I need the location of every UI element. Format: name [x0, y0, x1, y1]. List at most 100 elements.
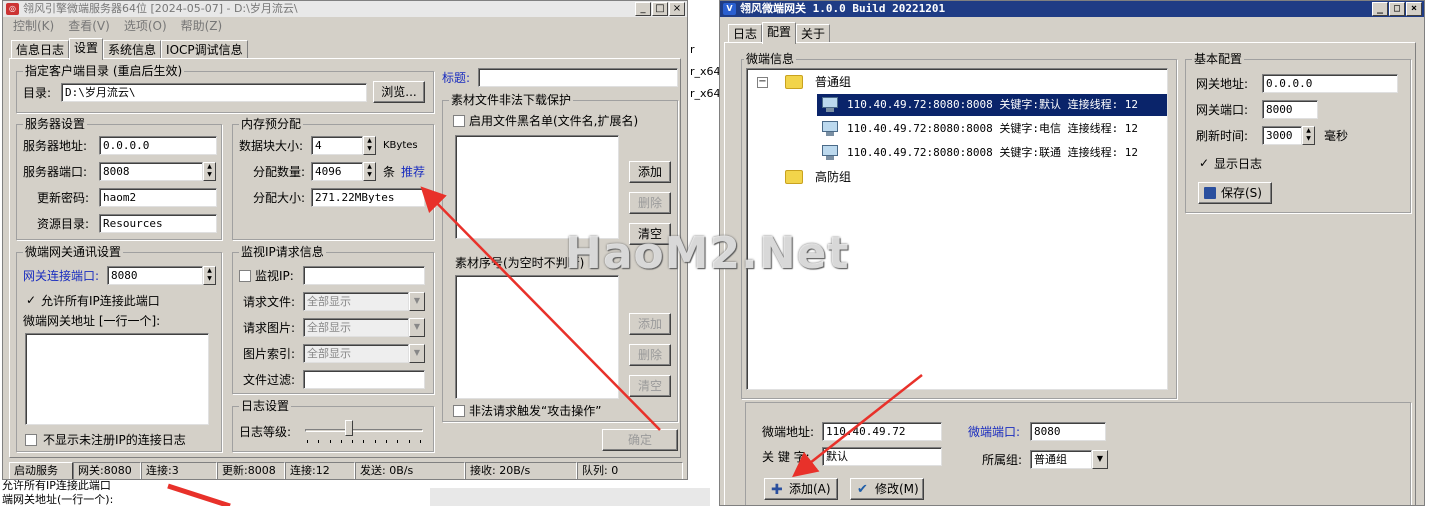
menu-control[interactable]: 控制(K) [13, 17, 54, 35]
gateway-addr-list[interactable] [25, 333, 209, 425]
monitor-icon [821, 145, 839, 161]
add-button[interactable]: ✚ 添加(A) [764, 478, 838, 500]
gateway-port-label: 网关连接端口: [23, 269, 100, 283]
chevron-down-icon[interactable]: ▼ [1092, 450, 1108, 469]
blacklist-label: 启用文件黑名单(文件名,扩展名) [469, 114, 639, 128]
ok-button[interactable]: 确定 [602, 429, 678, 451]
server-port-input[interactable]: 8008 [99, 162, 203, 181]
tab-iocp-debug[interactable]: IOCP调试信息 [161, 40, 248, 59]
tree-group-ddos[interactable]: 高防组 [747, 166, 1167, 188]
chevron-down-icon[interactable]: ▼ [409, 344, 425, 363]
minimize-button[interactable]: _ [635, 2, 651, 16]
client-dir-title: 指定客户端目录 (重启后生效) [23, 64, 185, 78]
clear-seq-button[interactable]: 清空 [629, 375, 671, 397]
delete-seq-button[interactable]: 删除 [629, 344, 671, 366]
server-titlebar: ◎ 翎风引擎微端服务器64位 [2024-05-07] - D:\岁月流云\ _… [3, 1, 687, 17]
blacklist-list[interactable] [455, 135, 619, 239]
log-level-track[interactable] [305, 429, 423, 432]
menu-options[interactable]: 选项(O) [124, 17, 167, 35]
delete-blacklist-button[interactable]: 删除 [629, 192, 671, 214]
req-img-select[interactable]: 全部显示 [303, 318, 409, 337]
tree-group-normal[interactable]: − 普通组 [747, 71, 1167, 93]
gw-port-label: 网关端口: [1196, 103, 1249, 117]
hide-log-checkbox[interactable] [25, 434, 37, 446]
monitor-group: 监视IP请求信息 监视IP: 请求文件: 全部显示 ▼ 请求图片: 全部显示 ▼… [232, 245, 434, 394]
gw-port-input[interactable]: 8000 [1262, 100, 1318, 119]
folder-icon [785, 75, 803, 89]
recommend-link[interactable]: 推荐 [401, 164, 425, 180]
add-seq-button[interactable]: 添加 [629, 313, 671, 335]
alloc-count-input[interactable]: 4096 [311, 162, 363, 181]
log-level-thumb[interactable] [345, 420, 353, 436]
close-button[interactable]: × [1406, 2, 1422, 16]
menu-help[interactable]: 帮助(Z) [181, 17, 223, 35]
tree-node-telecom[interactable]: 110.40.49.72:8080:8008 关键字:电信 连接线程: 12 [817, 118, 1167, 140]
status-gateway: 网关:8080 [73, 462, 141, 479]
alloc-count-label: 分配数量: [253, 165, 306, 179]
save-label: 保存(S) [1221, 186, 1262, 200]
key-label: 关 键 字: [762, 450, 810, 464]
attack-checkbox[interactable] [453, 405, 465, 417]
node-label: 110.40.49.72:8080:8008 关键字:电信 连接线程: 12 [847, 122, 1139, 135]
tab-about[interactable]: 关于 [796, 24, 831, 43]
close-button[interactable]: × [669, 2, 685, 16]
show-log-label: 显示日志 [1214, 157, 1263, 171]
status-update: 更新:8008 [217, 462, 285, 479]
add-blacklist-button[interactable]: 添加 [629, 161, 671, 183]
seq-list[interactable] [455, 275, 619, 399]
alloc-count-spinner[interactable]: ▲ ▼ [363, 162, 376, 181]
req-file-select[interactable]: 全部显示 [303, 292, 409, 311]
folder-icon [785, 170, 803, 184]
save-button[interactable]: 保存(S) [1198, 182, 1272, 204]
group-label: 高防组 [815, 170, 852, 184]
refresh-spinner[interactable]: ▲ ▼ [1302, 126, 1315, 145]
block-size-input[interactable]: 4 [311, 136, 363, 155]
micro-addr-input[interactable]: 110.40.49.72 [822, 422, 942, 441]
key-input[interactable]: 默认 [822, 447, 942, 466]
tree-node-unicom[interactable]: 110.40.49.72:8080:8008 关键字:联通 连接线程: 12 [817, 142, 1167, 164]
monitor-ip-checkbox[interactable] [239, 270, 251, 282]
collapse-icon[interactable]: − [757, 77, 768, 88]
gateway-port-spinner[interactable]: ▲ ▼ [203, 266, 216, 285]
status-conn1: 连接:3 [141, 462, 217, 479]
server-addr-input[interactable]: 0.0.0.0 [99, 136, 217, 155]
gateway-port-input[interactable]: 8080 [107, 266, 203, 285]
update-pwd-input[interactable]: haom2 [99, 188, 217, 207]
alloc-size-input[interactable]: 271.22MBytes [311, 188, 425, 207]
start-service-button[interactable]: 启动服务 [9, 462, 73, 479]
gw-addr-input[interactable]: 0.0.0.0 [1262, 74, 1398, 93]
dir-input[interactable]: D:\岁月流云\ [61, 83, 367, 102]
tab-info-log[interactable]: 信息日志 [11, 40, 70, 59]
show-log-checkbox[interactable]: ✓ [1198, 157, 1210, 170]
chevron-down-icon[interactable]: ▼ [409, 318, 425, 337]
refresh-input[interactable]: 3000 [1262, 126, 1302, 145]
maximize-button[interactable]: □ [652, 2, 668, 16]
img-idx-select[interactable]: 全部显示 [303, 344, 409, 363]
browse-button[interactable]: 浏览... [373, 81, 425, 103]
chevron-down-icon[interactable]: ▼ [409, 292, 425, 311]
edit-label: 修改(M) [875, 482, 919, 496]
gateway-titlebar: V 翎风微端网关 1.0.0 Build 20221201 _ □ × [720, 1, 1424, 17]
monitor-ip-input[interactable] [303, 266, 425, 285]
update-pwd-label: 更新密码: [37, 191, 90, 205]
log-title: 日志设置 [239, 399, 292, 413]
tab-system-info[interactable]: 系统信息 [103, 40, 162, 59]
menu-view[interactable]: 查看(V) [68, 17, 110, 35]
monitor-icon [821, 121, 839, 137]
tab-config[interactable]: 配置 [762, 22, 797, 44]
tab-log[interactable]: 日志 [728, 24, 763, 43]
file-filter-input[interactable] [303, 370, 425, 389]
micro-port-input[interactable]: 8080 [1030, 422, 1106, 441]
block-size-spinner[interactable]: ▲ ▼ [363, 136, 376, 155]
tab-settings[interactable]: 设置 [69, 38, 104, 60]
allow-all-checkbox[interactable]: ✓ [25, 294, 37, 307]
res-dir-input[interactable]: Resources [99, 214, 217, 233]
title-input[interactable] [478, 68, 678, 87]
blacklist-checkbox[interactable] [453, 115, 465, 127]
tree-node-default[interactable]: 110.40.49.72:8080:8008 关键字:默认 连接线程: 12 [817, 94, 1167, 116]
minimize-button[interactable]: _ [1372, 2, 1388, 16]
edit-button[interactable]: ✔ 修改(M) [850, 478, 924, 500]
maximize-button[interactable]: □ [1389, 2, 1405, 16]
server-port-spinner[interactable]: ▲ ▼ [203, 162, 216, 181]
group-select[interactable]: 普通组 [1030, 450, 1092, 469]
